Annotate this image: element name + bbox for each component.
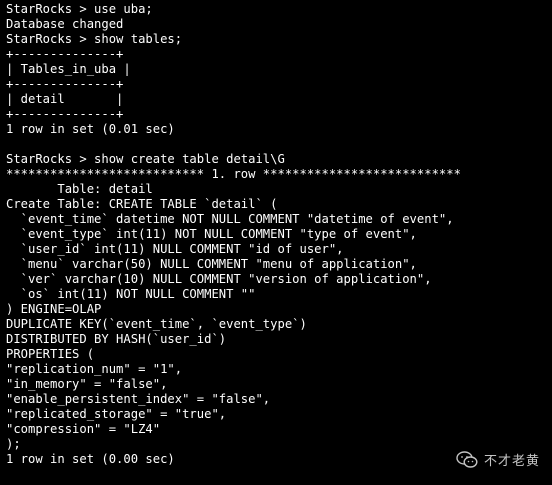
terminal-line: `ver` varchar(10) NULL COMMENT "version … xyxy=(6,272,432,286)
watermark: 不才老黄 xyxy=(456,450,540,469)
terminal-line: ) ENGINE=OLAP xyxy=(6,302,102,316)
terminal-line: StarRocks > show create table detail\G xyxy=(6,152,285,166)
terminal-line: `user_id` int(11) NULL COMMENT "id of us… xyxy=(6,242,344,256)
terminal-line: "replication_num" = "1", xyxy=(6,362,183,376)
terminal-line: DUPLICATE KEY(`event_time`, `event_type`… xyxy=(6,317,307,331)
terminal-line: StarRocks > use uba; xyxy=(6,2,153,16)
terminal-window[interactable]: StarRocks > use uba; Database changed St… xyxy=(0,0,552,485)
terminal-line: Database changed xyxy=(6,17,124,31)
terminal-line: *************************** 1. row *****… xyxy=(6,167,461,181)
terminal-line: `event_type` int(11) NOT NULL COMMENT "t… xyxy=(6,227,417,241)
terminal-line: +--------------+ xyxy=(6,47,124,61)
terminal-line: | Tables_in_uba | xyxy=(6,62,131,76)
terminal-line: +--------------+ xyxy=(6,107,124,121)
terminal-line: +--------------+ xyxy=(6,77,124,91)
watermark-text: 不才老黄 xyxy=(483,454,540,469)
terminal-line: "replicated_storage" = "true", xyxy=(6,407,227,421)
terminal-line: "compression" = "LZ4" xyxy=(6,422,161,436)
terminal-line: "enable_persistent_index" = "false", xyxy=(6,392,271,406)
terminal-line: Create Table: CREATE TABLE `detail` ( xyxy=(6,197,278,211)
terminal-line: StarRocks > show tables; xyxy=(6,32,183,46)
terminal-line: `event_time` datetime NOT NULL COMMENT "… xyxy=(6,212,454,226)
terminal-line: 1 row in set (0.01 sec) xyxy=(6,122,175,136)
terminal-line: PROPERTIES ( xyxy=(6,347,95,361)
terminal-line: DISTRIBUTED BY HASH(`user_id`) xyxy=(6,332,227,346)
terminal-line: "in_memory" = "false", xyxy=(6,377,168,391)
terminal-line: Table: detail xyxy=(6,182,153,196)
terminal-line: `menu` varchar(50) NULL COMMENT "menu of… xyxy=(6,257,417,271)
wechat-icon xyxy=(456,450,478,468)
terminal-line: | detail | xyxy=(6,92,124,106)
terminal-line: `os` int(11) NOT NULL COMMENT "" xyxy=(6,287,256,301)
